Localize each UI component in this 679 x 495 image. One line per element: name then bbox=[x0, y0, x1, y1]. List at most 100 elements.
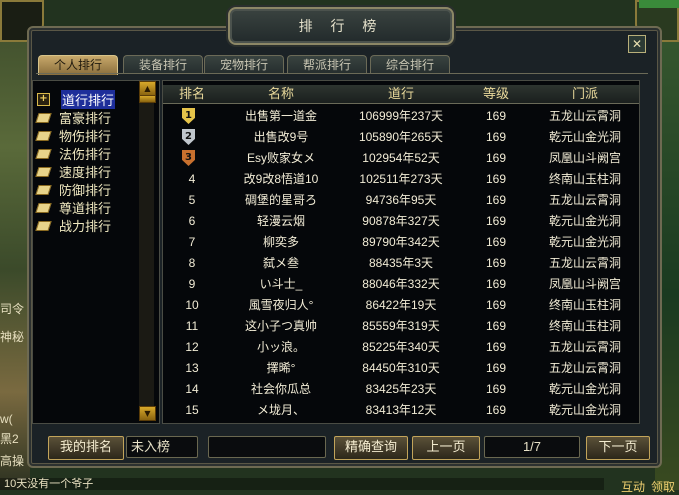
row-rank: 10 bbox=[185, 298, 199, 312]
category-item-defense[interactable]: 防御排行 bbox=[35, 181, 111, 198]
row-rank: 12 bbox=[185, 340, 199, 354]
row-school: 乾元山金光洞 bbox=[548, 130, 621, 144]
row-school: 乾元山金光洞 bbox=[548, 235, 621, 249]
row-name: 轻漫云烟 bbox=[256, 214, 305, 228]
tab-personal[interactable]: 个人排行 bbox=[38, 55, 118, 75]
book-icon bbox=[35, 147, 51, 161]
row-school: 凤凰山斗阙宫 bbox=[548, 151, 621, 165]
row-value: 85225年340天 bbox=[362, 340, 440, 354]
search-button[interactable]: 精确查询 bbox=[334, 436, 408, 460]
category-label: 尊道排行 bbox=[59, 201, 112, 216]
category-label: 法伤排行 bbox=[59, 147, 112, 162]
row-level: 169 bbox=[485, 382, 507, 396]
row-value: 90878年327天 bbox=[362, 214, 440, 228]
row-level: 169 bbox=[485, 151, 507, 165]
category-item-physical[interactable]: 物伤排行 bbox=[35, 127, 111, 144]
row-rank: 7 bbox=[188, 235, 196, 249]
tab-pet[interactable]: 宠物排行 bbox=[204, 55, 284, 74]
row-name: 这小子つ真帅 bbox=[244, 319, 317, 333]
table-header: 排名 名称 道行 等级 门派 bbox=[163, 85, 639, 104]
row-level: 169 bbox=[485, 256, 507, 270]
category-item-wealth[interactable]: 富豪排行 bbox=[35, 109, 111, 126]
scroll-up-button[interactable]: ▲ bbox=[139, 81, 156, 96]
table-row[interactable]: 10 風雪夜归人° 86422年19天 169 终南山玉柱洞 bbox=[163, 295, 639, 315]
table-row[interactable]: 11 这小子つ真帅 85559年319天 169 终南山玉柱洞 bbox=[163, 316, 639, 336]
table-row[interactable]: 5 碉堡的星哥ろ 94736年95天 169 五龙山云霄洞 bbox=[163, 190, 639, 210]
table-row[interactable]: 8 弑メ叁 88435年3天 169 五龙山云霄洞 bbox=[163, 253, 639, 273]
category-item-dao[interactable]: + 道行排行 bbox=[35, 90, 116, 109]
my-rank-button[interactable]: 我的排名 bbox=[48, 436, 124, 460]
category-label: 速度排行 bbox=[59, 165, 112, 180]
col-header-rank: 排名 bbox=[178, 86, 205, 101]
row-name: い斗士_ bbox=[259, 277, 303, 291]
row-value: 88046年332天 bbox=[362, 277, 440, 291]
prev-page-button[interactable]: 上一页 bbox=[412, 436, 480, 460]
table-row[interactable]: 3 Esy败家女メ 102954年52天 169 凤凰山斗阙宫 bbox=[163, 148, 639, 168]
row-level: 169 bbox=[485, 130, 507, 144]
interact-button[interactable]: 互动 bbox=[621, 478, 645, 495]
table-row[interactable]: 6 轻漫云烟 90878年327天 169 乾元山金光洞 bbox=[163, 211, 639, 231]
close-icon: ✕ bbox=[631, 37, 643, 51]
table-row[interactable]: 14 社会你瓜总 83425年23天 169 乾元山金光洞 bbox=[163, 379, 639, 399]
table-row[interactable]: 4 改9改8悟道10 102511年273天 169 终南山玉柱洞 bbox=[163, 169, 639, 189]
category-label: 物伤排行 bbox=[59, 129, 112, 144]
row-rank: 13 bbox=[185, 361, 199, 375]
row-level: 169 bbox=[485, 277, 507, 291]
row-name: 擇晞° bbox=[266, 361, 296, 375]
col-header-value: 道行 bbox=[387, 86, 414, 101]
scroll-down-button[interactable]: ▼ bbox=[139, 406, 156, 421]
table-row[interactable]: 12 小ッ浪。 85225年340天 169 五龙山云霄洞 bbox=[163, 337, 639, 357]
gold-medal-icon: 1 bbox=[182, 108, 195, 124]
category-label: 富豪排行 bbox=[59, 111, 112, 126]
row-name: 弑メ叁 bbox=[262, 256, 299, 270]
search-input[interactable] bbox=[208, 436, 326, 458]
my-rank-value: 未入榜 bbox=[126, 436, 198, 458]
claim-button[interactable]: 领取 bbox=[651, 478, 675, 495]
tab-equipment[interactable]: 装备排行 bbox=[123, 55, 203, 74]
book-icon bbox=[35, 201, 51, 215]
row-value: 83425年23天 bbox=[365, 382, 437, 396]
chat-message: 10天没有一个爷子 bbox=[0, 478, 604, 490]
tab-guild[interactable]: 帮派排行 bbox=[287, 55, 367, 74]
ranking-table: 排名 名称 道行 等级 门派 1 出售第一道金 106999年237天 169 … bbox=[162, 80, 640, 424]
scroll-thumb[interactable] bbox=[139, 95, 156, 103]
category-item-honor[interactable]: 尊道排行 bbox=[35, 199, 111, 216]
table-row[interactable]: 7 柳奕多 89790年342天 169 乾元山金光洞 bbox=[163, 232, 639, 252]
row-level: 169 bbox=[485, 172, 507, 186]
tab-overall[interactable]: 综合排行 bbox=[370, 55, 450, 74]
side-text: 黑2 bbox=[0, 432, 19, 446]
category-label: 战力排行 bbox=[59, 219, 112, 234]
category-label: 道行排行 bbox=[61, 90, 116, 109]
category-scrollbar[interactable]: ▲ ▼ bbox=[139, 81, 156, 421]
row-level: 169 bbox=[485, 319, 507, 333]
side-text: w( bbox=[0, 412, 13, 426]
category-item-power[interactable]: 战力排行 bbox=[35, 217, 111, 234]
table-row[interactable]: 1 出售第一道金 106999年237天 169 五龙山云霄洞 bbox=[163, 106, 639, 126]
category-item-magic[interactable]: 法伤排行 bbox=[35, 145, 111, 162]
table-row[interactable]: 13 擇晞° 84450年310天 169 五龙山云霄洞 bbox=[163, 358, 639, 378]
table-row[interactable]: 2 出售改9号 105890年265天 169 乾元山金光洞 bbox=[163, 127, 639, 147]
row-school: 终南山玉柱洞 bbox=[548, 298, 621, 312]
row-level: 169 bbox=[485, 403, 507, 417]
table-row[interactable]: 15 メ垅月、 83413年12天 169 乾元山金光洞 bbox=[163, 400, 639, 420]
row-value: 86422年19天 bbox=[365, 298, 437, 312]
close-button[interactable]: ✕ bbox=[628, 35, 646, 53]
row-value: 105890年265天 bbox=[358, 130, 444, 144]
row-value: 102954年52天 bbox=[362, 151, 440, 165]
row-school: 五龙山云霄洞 bbox=[548, 361, 621, 375]
row-name: 小ッ浪。 bbox=[256, 340, 305, 354]
book-icon bbox=[35, 165, 51, 179]
col-header-level: 等级 bbox=[482, 86, 509, 101]
row-rank: 14 bbox=[185, 382, 199, 396]
next-page-button[interactable]: 下一页 bbox=[586, 436, 650, 460]
row-value: 88435年3天 bbox=[368, 256, 434, 270]
row-rank: 9 bbox=[188, 277, 196, 291]
category-item-speed[interactable]: 速度排行 bbox=[35, 163, 111, 180]
corner-buttons: 互动 领取 bbox=[621, 478, 675, 495]
row-level: 169 bbox=[485, 109, 507, 123]
row-name: Esy败家女メ bbox=[246, 151, 315, 165]
row-school: 终南山玉柱洞 bbox=[548, 319, 621, 333]
row-value: 102511年273天 bbox=[359, 172, 443, 186]
table-row[interactable]: 9 い斗士_ 88046年332天 169 凤凰山斗阙宫 bbox=[163, 274, 639, 294]
col-header-name: 名称 bbox=[267, 86, 294, 101]
